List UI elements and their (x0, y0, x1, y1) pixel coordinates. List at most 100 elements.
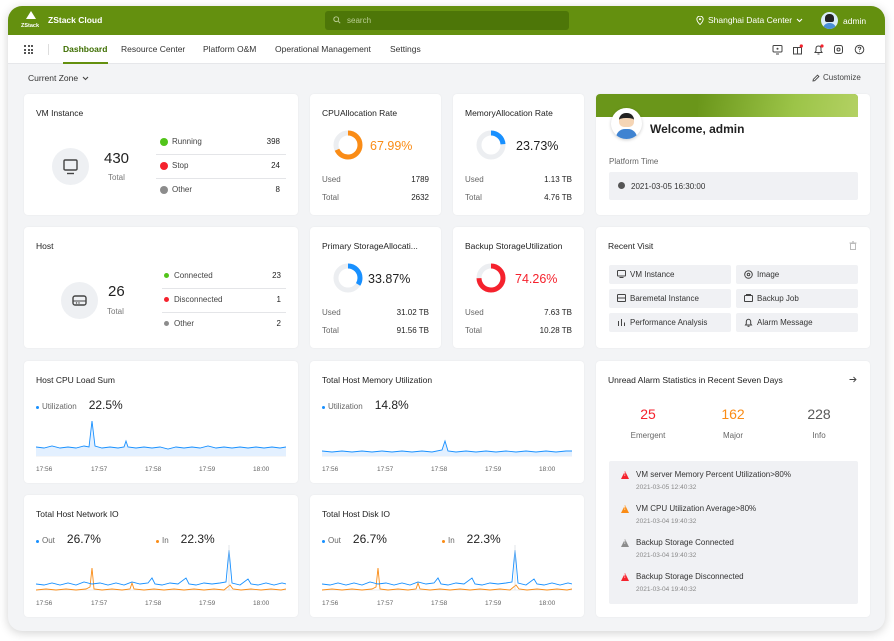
app-grid-icon[interactable] (24, 45, 33, 54)
host-status-disconnected[interactable]: Disconnected 1 (164, 295, 281, 304)
backup-storage-card[interactable]: Backup StorageUtilization 74.26% Used 7.… (453, 227, 584, 348)
x-tick: 17:59 (485, 466, 502, 473)
warning-icon (621, 471, 629, 479)
used-value: 7.63 TB (544, 308, 572, 317)
data-center-selector[interactable]: Shanghai Data Center (696, 15, 803, 25)
alarm-major-count[interactable]: 162 (698, 406, 768, 422)
x-tick: 18:00 (539, 600, 556, 607)
recent-visit-label: Alarm Message (757, 318, 813, 327)
nav-item-operational-management[interactable]: Operational Management (275, 44, 371, 54)
bell-icon[interactable] (813, 44, 824, 55)
vm-status-stop[interactable]: Stop 24 (160, 161, 280, 170)
vm-status-other[interactable]: Other 8 (160, 185, 280, 194)
recent-visit-backup-job[interactable]: Backup Job (736, 289, 858, 308)
screen-icon[interactable] (772, 44, 783, 55)
legend-out: Out 26.7% (36, 532, 101, 546)
x-tick: 17:57 (91, 600, 108, 607)
alarm-item[interactable]: VM CPU Utilization Average>80% 2021-03-04… (621, 504, 756, 525)
question-icon (160, 185, 168, 194)
legend-label: Utilization (328, 402, 363, 411)
alarm-emergent-count[interactable]: 25 (613, 406, 683, 422)
alarm-emergent-label: Emergent (630, 431, 666, 440)
x-tick: 17:58 (431, 466, 448, 473)
recent-visit-label: Backup Job (757, 294, 799, 303)
warning-icon (621, 505, 629, 513)
alarm-text: VM CPU Utilization Average>80% (636, 504, 757, 513)
card-title: CPUAllocation Rate (322, 108, 398, 118)
disk-io-line-chart (322, 545, 572, 591)
status-value: 2 (276, 319, 281, 328)
customize-label: Customize (823, 73, 861, 82)
recent-visit-vm-instance[interactable]: VM Instance (609, 265, 731, 284)
legend-label: Out (42, 536, 55, 545)
recent-visit-alarm-message[interactable]: Alarm Message (736, 313, 858, 332)
app-title: ZStack Cloud (48, 15, 103, 25)
x-tick: 18:00 (253, 466, 270, 473)
nav-item-settings[interactable]: Settings (390, 44, 421, 54)
feedback-icon[interactable] (833, 44, 844, 55)
edit-icon (812, 73, 820, 82)
cpu-allocation-card[interactable]: CPUAllocation Rate 67.99% Used 1789 Tota… (310, 94, 441, 215)
customize-button[interactable]: Customize (812, 73, 861, 82)
total-value: 91.56 TB (396, 326, 429, 335)
legend-in: In 22.3% (156, 532, 215, 546)
nav-active-underline (63, 62, 108, 64)
nav-bar: Dashboard Resource Center Platform O&M O… (8, 35, 885, 64)
host-status-other[interactable]: Other 2 (164, 319, 281, 328)
recent-visit-performance-analysis[interactable]: Performance Analysis (609, 313, 731, 332)
trash-icon[interactable] (849, 241, 857, 250)
recent-visit-baremetal-instance[interactable]: Baremetal Instance (609, 289, 731, 308)
zone-selector[interactable]: Current Zone (28, 73, 89, 83)
help-icon[interactable] (854, 44, 865, 55)
nav-item-dashboard[interactable]: Dashboard (63, 44, 107, 54)
card-title: Host (36, 241, 54, 251)
x-tick: 17:58 (431, 600, 448, 607)
zstack-logo[interactable]: ZStack (21, 11, 41, 31)
card-title: MemoryAllocation Rate (465, 108, 553, 118)
alarm-item[interactable]: VM server Memory Percent Utilization>80%… (621, 470, 791, 491)
host-disk-io-card[interactable]: Total Host Disk IO Out 26.7% In 22.3% 17:5… (310, 495, 584, 617)
legend-dot (36, 540, 39, 543)
vm-status-running[interactable]: Running 398 (160, 137, 280, 146)
memory-allocation-card[interactable]: MemoryAllocation Rate 23.73% Used 1.13 T… (453, 94, 584, 215)
data-center-label: Shanghai Data Center (708, 15, 793, 25)
used-label: Used (465, 175, 484, 184)
search-input[interactable]: search (325, 11, 569, 30)
used-label: Used (322, 175, 341, 184)
alarm-statistics-card: Unread Alarm Statistics in Recent Seven … (596, 361, 870, 617)
host-network-io-card[interactable]: Total Host Network IO Out 26.7% In 22.3% 1… (24, 495, 298, 617)
alarm-item[interactable]: Backup Storage Disconnected 2021-03-04 19… (621, 572, 744, 593)
total-value: 2632 (411, 193, 429, 202)
status-label: Stop (172, 161, 189, 170)
user-menu[interactable]: admin (821, 12, 866, 29)
gift-icon[interactable] (792, 44, 803, 55)
host-cpu-load-card[interactable]: Host CPU Load Sum Utilization 22.5% 17:56… (24, 361, 298, 483)
vm-total-label: Total (108, 173, 125, 182)
bar-chart-icon (618, 319, 625, 326)
row-divider (156, 154, 286, 155)
alarm-item[interactable]: Backup Storage Connected 2021-03-04 19:40… (621, 538, 734, 559)
baremetal-icon (617, 294, 626, 302)
alarm-info-count[interactable]: 228 (784, 406, 854, 422)
recent-visit-label: VM Instance (630, 270, 675, 279)
arrow-right-icon[interactable] (849, 376, 857, 383)
alarm-time: 2021-03-04 19:40:32 (636, 586, 697, 593)
cpu-load-line-chart (36, 420, 286, 457)
nav-item-platform-om[interactable]: Platform O&M (203, 44, 256, 54)
legend-value: 14.8% (374, 398, 409, 412)
x-tick: 17:57 (91, 466, 108, 473)
platform-time-box: 2021-03-05 16:30:00 (609, 172, 858, 200)
legend-in: In 22.3% (442, 532, 501, 546)
status-label: Running (172, 137, 202, 146)
recent-visit-image[interactable]: Image (736, 265, 858, 284)
host-card[interactable]: Host 26 Total Connected 23 Disconnected 1 … (24, 227, 298, 348)
host-status-connected[interactable]: Connected 23 (164, 271, 281, 280)
vm-instance-card[interactable]: VM Instance 430 Total Running 398 Stop 24 … (24, 94, 298, 215)
x-tick: 17:57 (377, 466, 394, 473)
alarm-time: 2021-03-05 12:40:32 (636, 484, 697, 491)
legend-label: In (448, 536, 455, 545)
legend-dot (36, 406, 39, 409)
nav-item-resource-center[interactable]: Resource Center (121, 44, 185, 54)
host-memory-utilization-card[interactable]: Total Host Memory Utilization Utilizatio… (310, 361, 584, 483)
primary-storage-card[interactable]: Primary StorageAllocati... 33.87% Used 3… (310, 227, 441, 348)
